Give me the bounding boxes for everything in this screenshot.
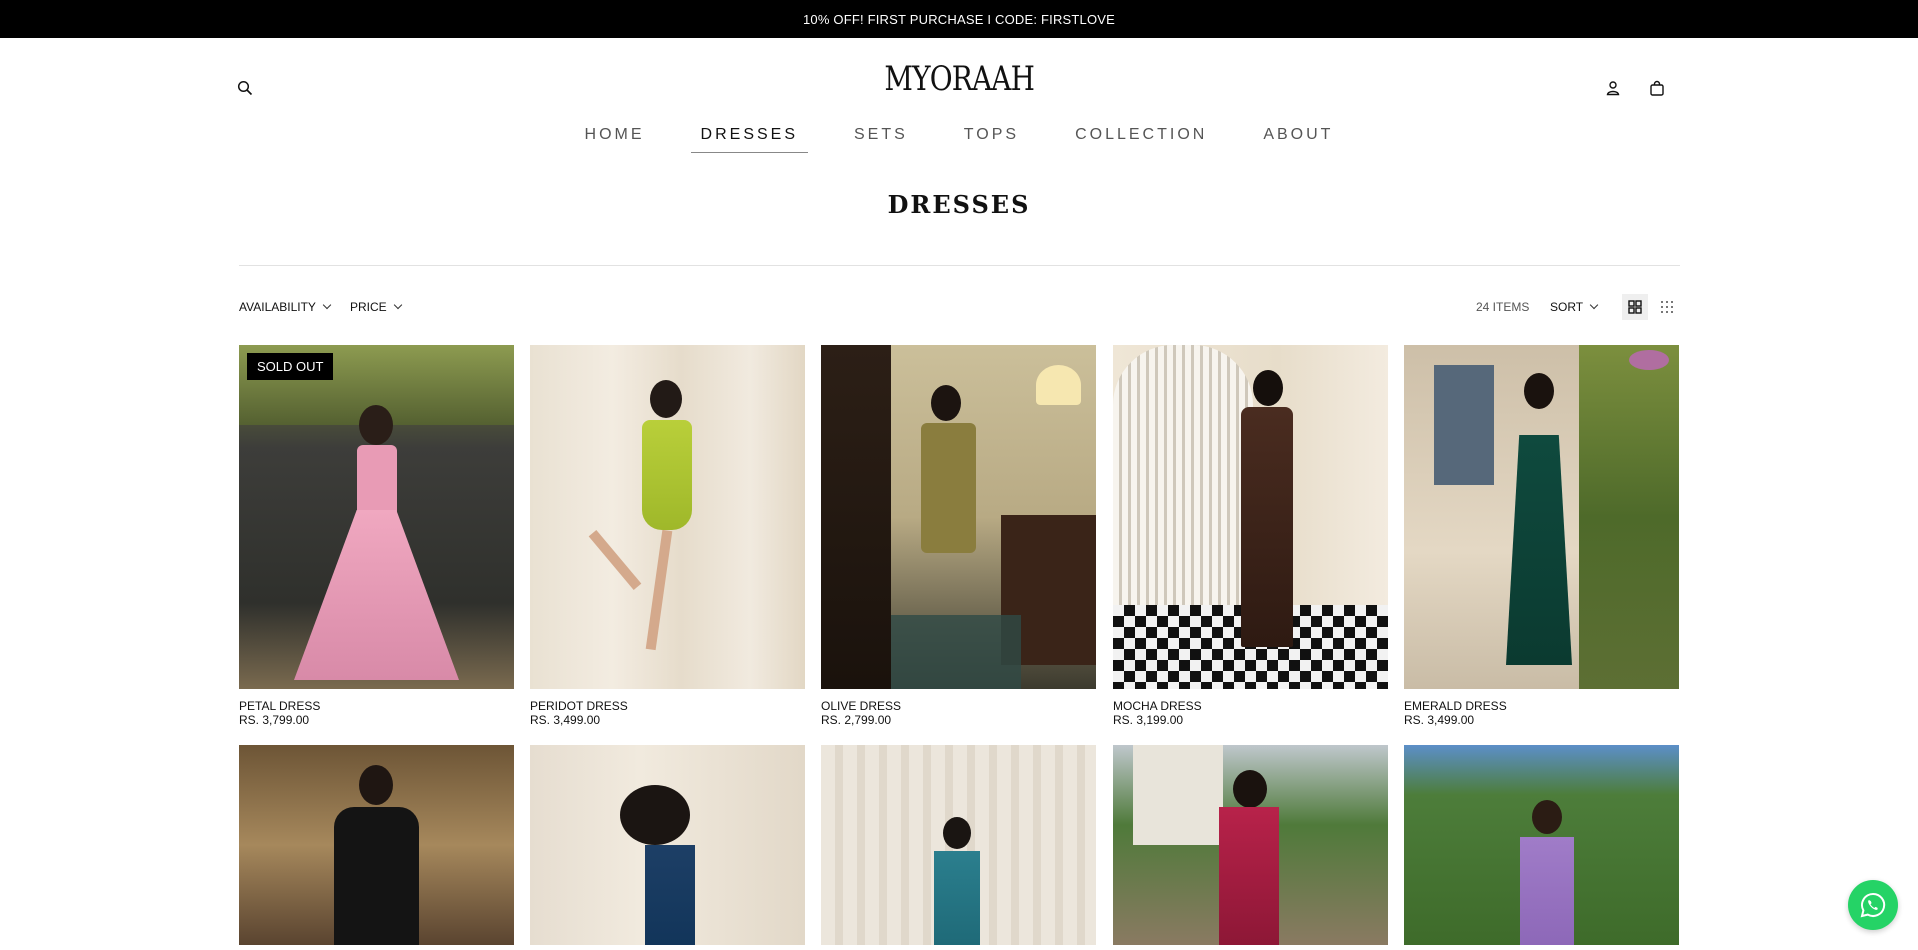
grid-large-icon — [1628, 300, 1642, 314]
chevron-down-icon — [1589, 300, 1599, 310]
product-price: RS. 2,799.00 — [821, 713, 892, 727]
product-image[interactable] — [239, 745, 514, 945]
product-image[interactable] — [821, 345, 1096, 689]
page-title: DRESSES — [887, 190, 1031, 219]
product-name[interactable]: PETAL DRESS — [239, 699, 514, 713]
main-nav: HOME DRESSES SETS TOPS COLLECTION ABOUT — [0, 120, 1918, 153]
product-name[interactable]: MOCHA DRESS — [1113, 699, 1388, 713]
availability-filter-label: AVAILABILITY — [239, 300, 316, 314]
bag-icon — [1650, 80, 1664, 96]
product-card[interactable]: MOCHA DRESS RS. 3,199.00 — [1113, 345, 1388, 727]
product-card[interactable] — [1113, 745, 1388, 945]
grid-large-view-button[interactable] — [1622, 294, 1648, 320]
product-image[interactable] — [530, 345, 805, 689]
announcement-text: 10% OFF! FIRST PURCHASE I CODE: FIRSTLOV… — [802, 11, 1116, 27]
product-card[interactable]: OLIVE DRESS RS. 2,799.00 — [821, 345, 1096, 727]
account-button[interactable] — [1601, 76, 1625, 100]
sort-label: SORT — [1550, 300, 1584, 314]
nav-tops[interactable]: TOPS — [954, 120, 1029, 153]
nav-home[interactable]: HOME — [575, 120, 655, 153]
nav-about[interactable]: ABOUT — [1253, 120, 1343, 153]
product-card[interactable] — [239, 745, 514, 945]
price-filter-label: PRICE — [350, 300, 387, 314]
sold-out-badge: SOLD OUT — [247, 353, 334, 380]
product-card[interactable]: EMERALD DRESS RS. 3,499.00 — [1404, 345, 1679, 727]
product-card[interactable] — [1404, 745, 1679, 945]
price-filter[interactable]: PRICE — [350, 300, 402, 314]
nav-dresses[interactable]: DRESSES — [690, 120, 808, 153]
whatsapp-icon — [1860, 892, 1886, 918]
chevron-down-icon — [322, 300, 332, 310]
product-card[interactable]: PERIDOT DRESS RS. 3,499.00 — [530, 345, 805, 727]
product-price: RS. 3,199.00 — [1113, 713, 1184, 727]
product-price: RS. 3,499.00 — [530, 713, 601, 727]
product-price: RS. 3,799.00 — [239, 713, 310, 727]
product-card[interactable] — [821, 745, 1096, 945]
chevron-down-icon — [393, 300, 402, 310]
product-card[interactable]: SOLD OUT PETAL DRESS RS. 3,799.00 — [239, 345, 514, 727]
grid-small-icon — [1661, 301, 1673, 313]
item-count: 24 ITEMS — [1476, 300, 1530, 314]
nav-sets[interactable]: SETS — [844, 120, 918, 153]
product-name[interactable]: EMERALD DRESS — [1404, 699, 1679, 713]
product-image[interactable] — [1404, 345, 1679, 689]
whatsapp-chat-button[interactable] — [1848, 880, 1898, 930]
collection-toolbar: AVAILABILITY PRICE 24 ITEMS SORT — [239, 294, 1680, 320]
product-image[interactable] — [1404, 745, 1679, 945]
availability-filter[interactable]: AVAILABILITY — [239, 300, 332, 314]
product-name[interactable]: PERIDOT DRESS — [530, 699, 805, 713]
sort-dropdown[interactable]: SORT — [1550, 300, 1599, 314]
product-image[interactable]: SOLD OUT — [239, 345, 514, 689]
product-image[interactable] — [821, 745, 1096, 945]
account-icon — [1606, 81, 1620, 96]
brand-logo-text: MYORAAH — [884, 59, 1034, 99]
grid-small-view-button[interactable] — [1654, 294, 1680, 320]
product-price: RS. 3,499.00 — [1404, 713, 1475, 727]
announcement-bar: 10% OFF! FIRST PURCHASE I CODE: FIRSTLOV… — [0, 0, 1918, 38]
product-name[interactable]: OLIVE DRESS — [821, 699, 1096, 713]
product-image[interactable] — [1113, 745, 1388, 945]
product-card[interactable] — [530, 745, 805, 945]
brand-logo[interactable]: MYORAAH — [0, 56, 1918, 102]
divider — [239, 265, 1680, 266]
nav-collection[interactable]: COLLECTION — [1065, 120, 1217, 153]
product-image[interactable] — [1113, 345, 1388, 689]
product-image[interactable] — [530, 745, 805, 945]
cart-button[interactable] — [1645, 76, 1669, 100]
